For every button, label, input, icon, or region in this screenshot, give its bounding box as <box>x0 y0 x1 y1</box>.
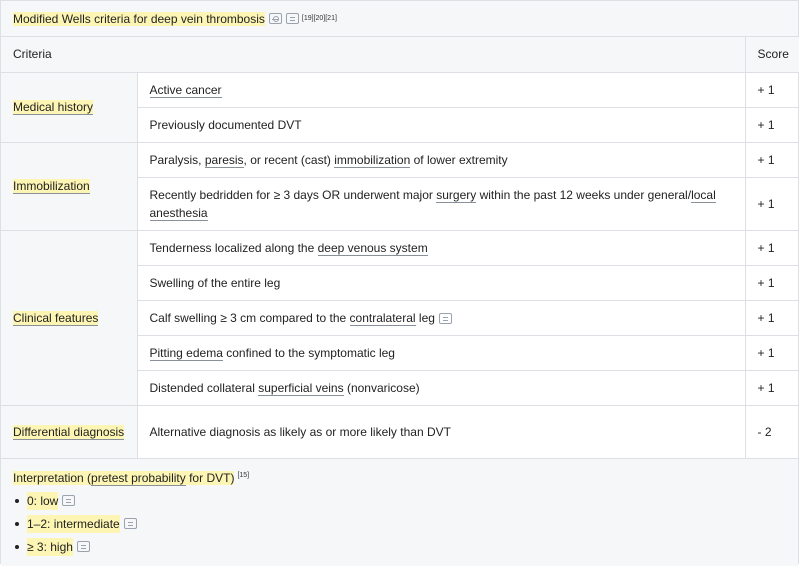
score-cell: + 1 <box>744 177 800 231</box>
table-row: Differential diagnosis Alternative diagno… <box>1 405 800 459</box>
term-link[interactable]: immobilization <box>334 152 411 168</box>
score-cell: + 1 <box>744 107 800 143</box>
score-cell: + 1 <box>744 230 800 266</box>
term-link[interactable]: Pitting edema <box>149 345 223 361</box>
criteria-table: Criteria Score Medical history Active can… <box>1 37 800 459</box>
interpretation-label: 0: low <box>27 491 59 510</box>
criterion-cell: Distended collateral superficial veins (… <box>137 370 746 406</box>
score-cell: + 1 <box>744 72 800 108</box>
criterion-text: Distended collateral <box>149 380 259 395</box>
criterion-text: of lower extremity <box>410 152 508 167</box>
criterion-text: , or recent (cast) <box>243 152 335 167</box>
table-row: Medical history Active cancer + 1 <box>1 72 800 143</box>
image-icon[interactable] <box>268 13 282 24</box>
category-label[interactable]: Clinical features <box>13 310 99 326</box>
interpretation-section: Interpretation (pretest probability for … <box>1 458 798 566</box>
criterion-text: Previously documented DVT <box>149 117 302 132</box>
interpretation-item: 0: low <box>13 491 786 510</box>
table-title-bar: Modified Wells criteria for deep vein th… <box>1 1 798 37</box>
category-cell: Clinical features <box>1 230 138 406</box>
criterion-cell: Pitting edema confined to the symptomati… <box>137 335 746 371</box>
criterion-text: within the past 12 weeks under general/ <box>476 187 692 202</box>
table-row: Immobilization Paralysis, paresis, or rec… <box>1 142 800 231</box>
category-cell: Medical history <box>1 72 138 143</box>
criterion-cell: Previously documented DVT <box>137 107 746 143</box>
term-link[interactable]: paresis <box>204 152 244 168</box>
category-label[interactable]: Immobilization <box>13 179 90 194</box>
criterion-text: Tenderness localized along the <box>149 240 318 255</box>
score-cell: + 1 <box>744 370 800 406</box>
interpretation-list: 0: low 1–2: intermediate ≥ 3: high <box>13 491 786 556</box>
criterion-cell: Paralysis, paresis, or recent (cast) imm… <box>137 142 746 178</box>
bullet-icon <box>15 498 19 503</box>
interpretation-item: 1–2: intermediate <box>13 514 786 533</box>
title-references[interactable]: [19][20][21] <box>302 15 337 22</box>
interpretation-item: ≥ 3: high <box>13 537 786 556</box>
category-cell: Differential diagnosis <box>1 405 138 459</box>
criterion-text: leg <box>415 310 435 325</box>
note-icon[interactable] <box>285 13 299 24</box>
term-link[interactable]: deep venous system <box>317 240 428 256</box>
category-label[interactable]: Differential diagnosis <box>13 424 125 440</box>
category-cell: Immobilization <box>1 142 138 231</box>
interpretation-label: 1–2: intermediate <box>27 514 120 533</box>
score-cell: + 1 <box>744 265 800 301</box>
criteria-table-body: Medical history Active cancer + 1 Previousl… <box>1 72 800 459</box>
term-link[interactable]: superficial veins <box>258 380 344 396</box>
criterion-text: Swelling of the entire leg <box>149 275 281 290</box>
criterion-cell: Recently bedridden for ≥ 3 days OR under… <box>137 177 746 231</box>
term-link[interactable]: contralateral <box>349 310 416 326</box>
criteria-column-header: Criteria <box>1 37 746 73</box>
score-cell: + 1 <box>744 335 800 371</box>
score-cell: - 2 <box>744 405 800 459</box>
criterion-cell: Active cancer <box>137 72 746 108</box>
category-label[interactable]: Medical history <box>13 100 94 115</box>
note-icon[interactable] <box>438 312 452 324</box>
table-header-row: Criteria Score <box>1 37 800 73</box>
note-icon[interactable] <box>62 495 76 506</box>
wells-criteria-table-card: Modified Wells criteria for deep vein th… <box>0 0 800 566</box>
criterion-text: Alternative diagnosis as likely as or mo… <box>149 424 451 439</box>
criterion-cell: Alternative diagnosis as likely as or mo… <box>137 405 746 459</box>
criterion-cell: Swelling of the entire leg <box>137 265 746 301</box>
note-icon[interactable] <box>123 518 137 529</box>
criterion-cell: Tenderness localized along the deep veno… <box>137 230 746 266</box>
term-link[interactable]: Active cancer <box>149 82 222 98</box>
table-row: Clinical features Tenderness localized al… <box>1 230 800 406</box>
note-icon[interactable] <box>76 541 90 552</box>
term-link[interactable]: surgery <box>436 187 477 203</box>
pretest-probability-link[interactable]: pretest probability <box>91 470 186 486</box>
interpretation-label: ≥ 3: high <box>27 537 73 556</box>
criterion-text: (nonvaricose) <box>343 380 420 395</box>
score-cell: + 1 <box>744 300 800 336</box>
bullet-icon <box>15 521 19 526</box>
interpretation-reference[interactable]: [15] <box>237 472 249 479</box>
bullet-icon <box>15 544 19 549</box>
criterion-text: Calf swelling ≥ 3 cm compared to the <box>149 310 350 325</box>
table-title: Modified Wells criteria for deep vein th… <box>13 11 265 26</box>
score-cell: + 1 <box>744 142 800 178</box>
interpretation-title: Interpretation (pretest probability for … <box>13 470 250 486</box>
criterion-text: Paralysis, <box>149 152 205 167</box>
score-column-header: Score <box>744 37 800 73</box>
criterion-text: Recently bedridden for ≥ 3 days OR under… <box>149 187 437 202</box>
criterion-cell: Calf swelling ≥ 3 cm compared to the con… <box>137 300 746 336</box>
criterion-text: confined to the symptomatic leg <box>222 345 395 360</box>
